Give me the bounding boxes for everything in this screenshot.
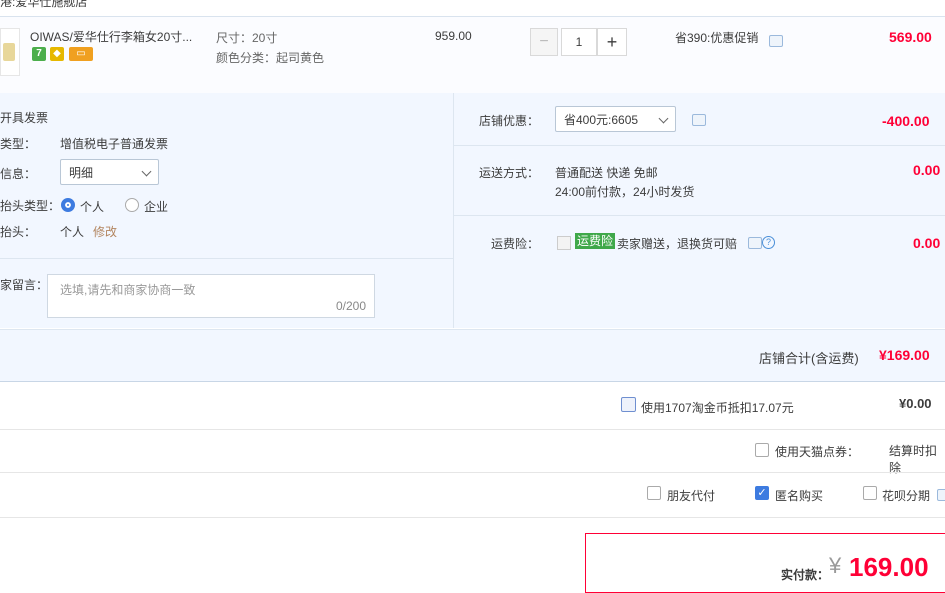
chat-icon[interactable] (769, 35, 783, 47)
tmall-points-note: 结算时扣除 (889, 444, 938, 475)
sku-color: 颜色分类：起司黄色 (216, 51, 325, 65)
invoice-title-label: 抬头： (0, 225, 37, 239)
shop-discount-amount: -400.00 (882, 113, 930, 129)
radio-company-label[interactable]: 企业 (144, 198, 168, 215)
shop-discount-label: 店铺优惠： (479, 114, 540, 128)
quantity-decrease-button[interactable]: − (530, 28, 558, 56)
taobao-coin-checkbox[interactable] (621, 397, 636, 412)
invoice-type-label: 类型： (0, 137, 37, 151)
shop-discount-select-value: 省400元:6605 (564, 113, 639, 127)
huabei-label[interactable]: 花呗分期 (882, 487, 930, 504)
sku-size: 尺寸：20寸 (216, 31, 278, 45)
shipping-time: 24:00前付款，24小时发货 (555, 185, 695, 199)
invoice-info-label: 信息： (0, 167, 37, 181)
right-divider-1 (454, 145, 945, 146)
unit-price: 959.00 (435, 29, 472, 43)
promotion-text: 省390:优惠促销 (675, 31, 759, 45)
insurance-checkbox (557, 236, 571, 250)
quantity-increase-button[interactable]: + (597, 28, 627, 56)
shop-discount-select[interactable]: 省400元:6605 (555, 106, 676, 132)
insurance-badge: 运费险 (575, 233, 616, 249)
taobao-coin-amount: ¥0.00 (899, 396, 932, 411)
insurance-label: 运费险： (491, 237, 540, 251)
chat-icon[interactable] (692, 114, 706, 126)
help-icon[interactable]: ? (762, 236, 775, 249)
tmall-points-label[interactable]: 使用天猫点券： (775, 443, 859, 460)
store-total-amount: ¥169.00 (879, 347, 930, 363)
left-divider (0, 258, 453, 259)
pay-label: 实付款： (781, 568, 830, 582)
item-total: 569.00 (889, 29, 932, 45)
panel-divider (453, 93, 454, 328)
radio-personal-label[interactable]: 个人 (80, 198, 104, 215)
row-divider (0, 517, 945, 518)
guarantee-icon: ◆ (50, 47, 64, 61)
message-label: 家留言： (0, 278, 49, 292)
row-divider (0, 472, 945, 473)
credit-card-icon: ▭ (69, 47, 93, 61)
shop-name: 港:爱华仕施舰店 (0, 0, 88, 9)
insurance-amount: 0.00 (913, 235, 941, 251)
chat-icon[interactable] (748, 237, 762, 249)
friend-pay-label[interactable]: 朋友代付 (667, 487, 715, 504)
invoice-type-value: 增值税电子普通发票 (60, 137, 169, 151)
chevron-down-icon (658, 113, 669, 124)
quantity-input[interactable]: 1 (561, 28, 597, 56)
anonymous-checkbox[interactable]: ✓ (755, 486, 769, 500)
taobao-coin-label[interactable]: 使用1707淘金币抵扣17.07元 (641, 399, 794, 416)
tmall-points-checkbox[interactable] (755, 443, 769, 457)
anonymous-label[interactable]: 匿名购买 (775, 487, 823, 504)
invoice-heading: 开具发票 (0, 111, 49, 125)
row-divider (0, 429, 945, 430)
invoice-title-value: 个人 (60, 225, 85, 239)
friend-pay-checkbox[interactable] (647, 486, 661, 500)
message-counter: 0/200 (335, 299, 366, 313)
right-divider-2 (454, 215, 945, 216)
insurance-text: 卖家赠送，退换货可赔 (617, 237, 738, 251)
radio-company[interactable] (125, 198, 139, 212)
seven-day-return-icon: 7 (32, 47, 46, 61)
pay-amount: 169.00 (849, 552, 929, 582)
product-thumbnail[interactable] (0, 28, 20, 76)
shipping-amount: 0.00 (913, 162, 941, 178)
message-textarea[interactable]: 选填,请先和商家协商一致 0/200 (47, 274, 375, 318)
shipping-label: 运送方式： (479, 166, 540, 180)
message-placeholder: 选填,请先和商家协商一致 (60, 283, 196, 297)
edit-invoice-link[interactable]: 修改 (93, 223, 117, 240)
invoice-info-select[interactable]: 明细 (60, 159, 159, 185)
pay-currency: ¥ (829, 553, 842, 578)
luggage-image (3, 43, 15, 61)
product-title[interactable]: OIWAS/爱华仕行李箱女20寸... (30, 28, 192, 45)
chevron-down-icon (141, 166, 152, 177)
shipping-method: 普通配送 快递 免邮 (555, 166, 658, 180)
store-total-label: 店铺合计(含运费) (759, 351, 859, 366)
chat-icon[interactable] (937, 489, 945, 501)
invoice-info-select-value: 明细 (69, 166, 94, 180)
radio-personal[interactable] (61, 198, 75, 212)
huabei-checkbox[interactable] (863, 486, 877, 500)
title-type-label: 抬头类型： (0, 199, 61, 213)
